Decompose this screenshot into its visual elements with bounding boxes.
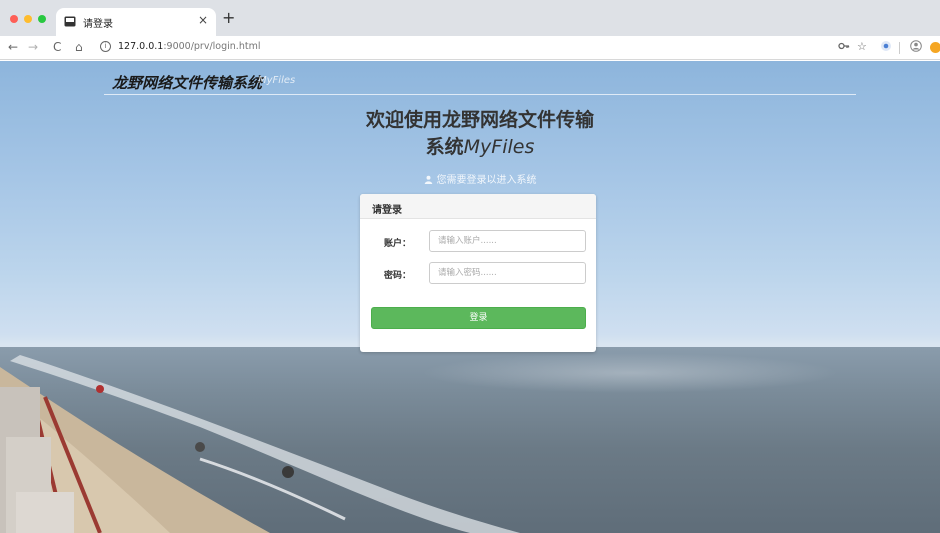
address-bar: ← → C ⌂ i 127.0.0.1:9000/prv/login.html …	[0, 36, 940, 60]
header-divider	[104, 94, 856, 95]
orange-extension-icon[interactable]	[930, 42, 940, 53]
welcome-heading-cn: 系统	[425, 136, 464, 158]
login-panel-title: 请登录	[372, 205, 402, 216]
browser-tab[interactable]: 请登录 ×	[56, 8, 216, 36]
tab-close-icon[interactable]: ×	[198, 13, 208, 27]
url-field[interactable]: 127.0.0.1:9000/prv/login.html	[118, 41, 260, 52]
page-icon	[64, 16, 76, 27]
window-minimize-button[interactable]	[24, 15, 32, 23]
window-close-button[interactable]	[10, 15, 18, 23]
window-maximize-button[interactable]	[38, 15, 46, 23]
avatar-icon[interactable]	[910, 40, 922, 52]
password-input[interactable]	[429, 262, 586, 284]
toolbar-divider	[899, 42, 900, 54]
forward-button[interactable]: →	[28, 39, 38, 55]
user-icon	[424, 175, 432, 184]
login-hint: 您需要登录以进入系统	[330, 171, 630, 186]
welcome-heading: 欢迎使用龙野网络文件传输	[365, 109, 594, 131]
brand-title[interactable]: 龙野网络文件传输系统	[112, 72, 262, 93]
star-icon[interactable]: ☆	[857, 40, 867, 54]
url-host: 127.0.0.1	[118, 41, 164, 52]
welcome-heading-line2: 系统MyFiles	[330, 134, 630, 161]
password-label: 密码：	[384, 271, 412, 281]
new-tab-button[interactable]: +	[222, 10, 235, 26]
browser-tab-bar: 请登录 × +	[0, 0, 940, 36]
welcome-heading-en: MyFiles	[463, 136, 535, 158]
tab-title: 请登录	[83, 19, 113, 30]
home-button[interactable]: ⌂	[75, 39, 83, 55]
site-info-icon[interactable]: i	[100, 41, 111, 52]
page-viewport: 龙野网络文件传输系统 MyFiles 欢迎使用龙野网络文件传输 系统MyFile…	[0, 61, 940, 533]
key-icon[interactable]	[838, 40, 850, 52]
login-panel-header: 请登录	[360, 194, 596, 219]
login-hint-text: 您需要登录以进入系统	[436, 175, 537, 186]
background-embankment	[0, 367, 294, 533]
reload-button[interactable]: C	[53, 39, 61, 55]
account-label: 账户：	[384, 239, 412, 249]
url-path: :9000/prv/login.html	[163, 41, 261, 52]
login-button[interactable]: 登录	[371, 307, 586, 329]
back-button[interactable]: ←	[8, 39, 18, 55]
login-panel: 请登录 账户： 密码： 登录	[360, 194, 596, 352]
brand-subtitle: MyFiles	[258, 75, 296, 86]
account-input[interactable]	[429, 230, 586, 252]
extension-icon[interactable]	[880, 40, 892, 52]
